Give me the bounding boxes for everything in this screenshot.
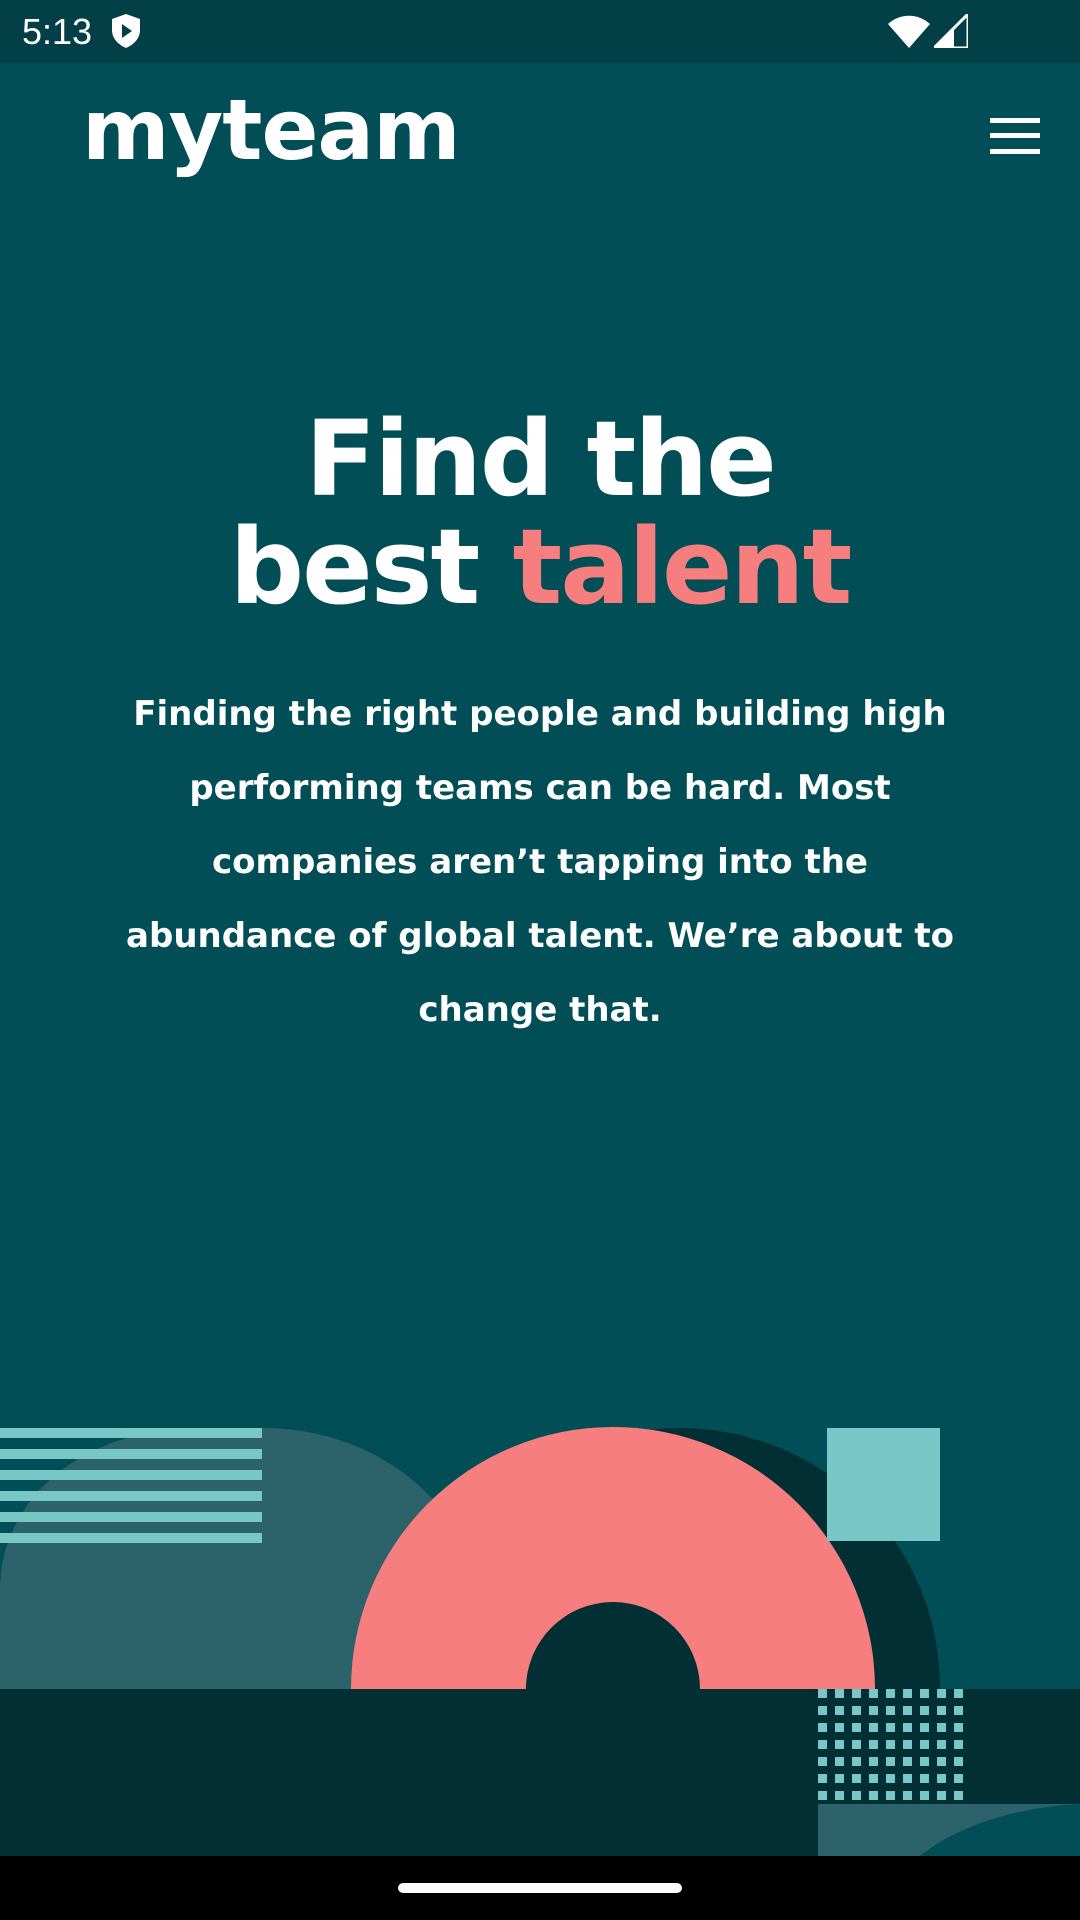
wifi-icon bbox=[888, 15, 930, 48]
dot bbox=[920, 1723, 929, 1732]
dot bbox=[920, 1740, 929, 1749]
dot bbox=[937, 1791, 946, 1800]
dot bbox=[852, 1757, 861, 1766]
dot bbox=[954, 1706, 963, 1715]
dot bbox=[903, 1774, 912, 1783]
dot bbox=[937, 1774, 946, 1783]
dot bbox=[852, 1740, 861, 1749]
dot bbox=[818, 1791, 827, 1800]
dot bbox=[869, 1723, 878, 1732]
dot bbox=[852, 1689, 861, 1698]
dot bbox=[869, 1791, 878, 1800]
dot bbox=[954, 1774, 963, 1783]
screen: 5:13 myteam Find the best talent Finding… bbox=[0, 0, 1080, 1920]
dot bbox=[852, 1791, 861, 1800]
dot bbox=[818, 1706, 827, 1715]
dot bbox=[886, 1723, 895, 1732]
dark-footer-band bbox=[0, 1689, 1080, 1856]
dot bbox=[954, 1689, 963, 1698]
hero-title-line1: Find the bbox=[305, 398, 777, 520]
dot bbox=[818, 1757, 827, 1766]
dot bbox=[954, 1740, 963, 1749]
dot bbox=[818, 1689, 827, 1698]
dot bbox=[835, 1706, 844, 1715]
dot bbox=[869, 1757, 878, 1766]
dot bbox=[920, 1689, 929, 1698]
dot bbox=[835, 1791, 844, 1800]
dot bbox=[886, 1774, 895, 1783]
dot bbox=[886, 1689, 895, 1698]
hero-title: Find the best talent bbox=[0, 405, 1080, 621]
signal-icon bbox=[934, 14, 968, 48]
shield-play-icon bbox=[112, 14, 140, 48]
hero-title-line2: best bbox=[229, 506, 513, 628]
status-bar: 5:13 bbox=[0, 0, 1080, 63]
dot bbox=[869, 1740, 878, 1749]
teal-square-shape bbox=[827, 1428, 940, 1541]
dot bbox=[937, 1723, 946, 1732]
dot bbox=[886, 1791, 895, 1800]
dot bbox=[920, 1706, 929, 1715]
dot bbox=[937, 1740, 946, 1749]
dot bbox=[903, 1740, 912, 1749]
dot bbox=[886, 1740, 895, 1749]
dot bbox=[869, 1774, 878, 1783]
dot bbox=[852, 1774, 861, 1783]
hamburger-menu-icon[interactable] bbox=[990, 118, 1040, 154]
dot-grid-pattern bbox=[818, 1689, 1080, 1856]
dot bbox=[835, 1774, 844, 1783]
dot bbox=[937, 1757, 946, 1766]
dot bbox=[835, 1723, 844, 1732]
dot bbox=[903, 1791, 912, 1800]
dot bbox=[954, 1723, 963, 1732]
hero-title-accent: talent bbox=[512, 506, 852, 628]
dot bbox=[852, 1723, 861, 1732]
dot bbox=[835, 1689, 844, 1698]
dot bbox=[937, 1706, 946, 1715]
dot bbox=[920, 1757, 929, 1766]
status-time: 5:13 bbox=[22, 11, 93, 52]
dot bbox=[954, 1791, 963, 1800]
dot bbox=[852, 1706, 861, 1715]
dot bbox=[835, 1757, 844, 1766]
dot bbox=[954, 1757, 963, 1766]
dot bbox=[937, 1689, 946, 1698]
dot bbox=[818, 1774, 827, 1783]
dot bbox=[818, 1740, 827, 1749]
dot bbox=[886, 1706, 895, 1715]
dot bbox=[818, 1723, 827, 1732]
dot bbox=[903, 1706, 912, 1715]
dot bbox=[903, 1689, 912, 1698]
home-indicator[interactable] bbox=[398, 1883, 682, 1893]
dot bbox=[886, 1757, 895, 1766]
dot bbox=[920, 1791, 929, 1800]
dot bbox=[869, 1689, 878, 1698]
dot bbox=[903, 1723, 912, 1732]
dot bbox=[869, 1706, 878, 1715]
logo[interactable]: myteam bbox=[82, 80, 461, 180]
dot bbox=[903, 1757, 912, 1766]
hero-description: Finding the right people and building hi… bbox=[126, 694, 954, 1030]
dot bbox=[920, 1774, 929, 1783]
dot bbox=[835, 1740, 844, 1749]
